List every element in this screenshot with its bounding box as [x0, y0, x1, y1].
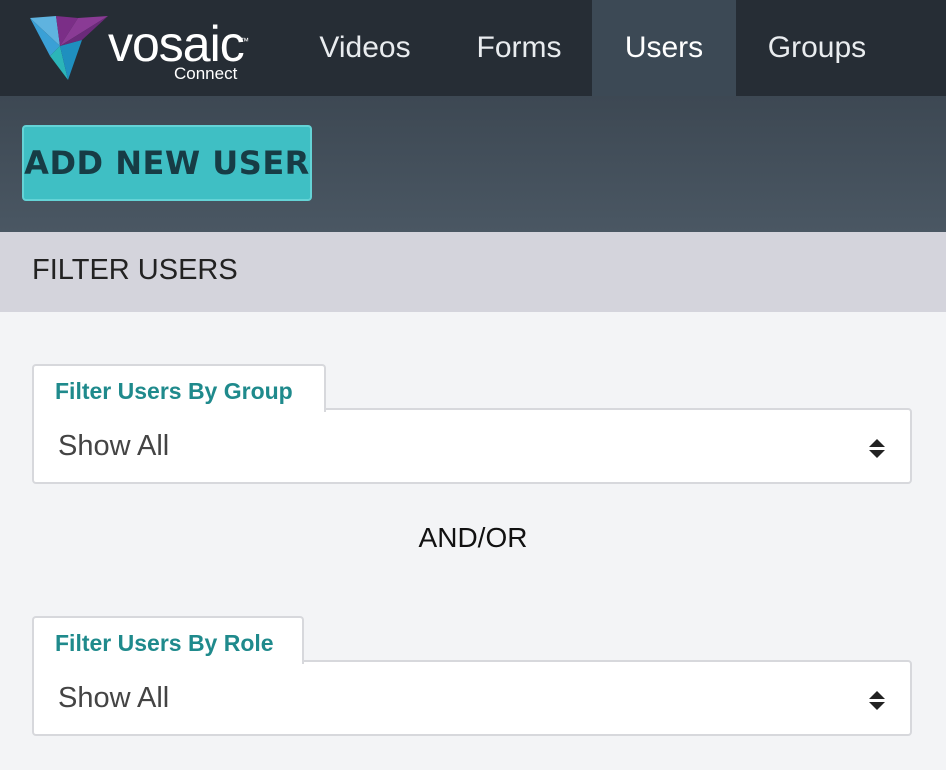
- nav-item-groups[interactable]: Groups: [736, 0, 898, 96]
- brand-subtitle: Connect: [174, 64, 238, 83]
- sort-arrows-icon: [869, 691, 885, 710]
- trademark-symbol: ™: [240, 36, 249, 46]
- and-or-separator: AND/OR: [418, 522, 528, 553]
- filter-by-group-value: Show All: [58, 430, 170, 462]
- filter-by-group-label: Filter Users By Group: [32, 364, 326, 412]
- filter-by-role-select[interactable]: Show All: [32, 660, 912, 736]
- add-new-user-button[interactable]: ADD NEW USER: [22, 125, 312, 201]
- nav-item-videos[interactable]: Videos: [290, 0, 440, 96]
- filter-users-header: FILTER USERS: [0, 232, 946, 312]
- filter-by-role-value: Show All: [58, 682, 170, 714]
- nav-item-users[interactable]: Users: [592, 0, 736, 96]
- action-bar: ADD NEW USER: [0, 96, 946, 232]
- vosaic-logo[interactable]: vosaic ™ Connect: [30, 14, 262, 86]
- filter-users-title: FILTER USERS: [32, 254, 238, 286]
- filter-by-group-select[interactable]: Show All: [32, 408, 912, 484]
- top-nav: vosaic ™ Connect Videos Forms Users Grou…: [0, 0, 946, 96]
- nav-item-forms[interactable]: Forms: [446, 0, 592, 96]
- sort-arrows-icon: [869, 439, 885, 458]
- filter-by-role-label: Filter Users By Role: [32, 616, 304, 664]
- vosaic-logo-mark-icon: [30, 16, 108, 80]
